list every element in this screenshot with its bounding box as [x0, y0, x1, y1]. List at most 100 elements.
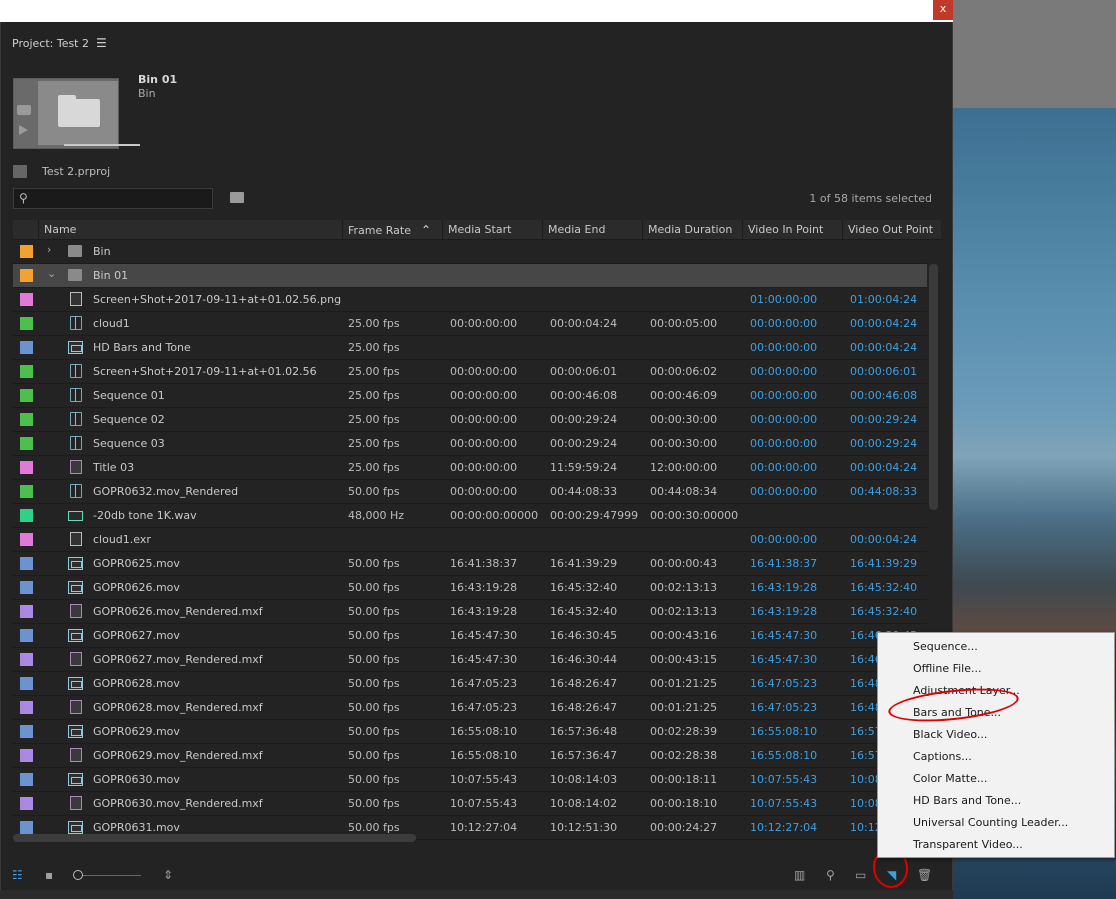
icon-view-icon[interactable]: ▪	[45, 868, 53, 882]
clear-icon[interactable]: 🗑	[917, 868, 932, 882]
close-button[interactable]: x	[933, 0, 953, 20]
table-row[interactable]: Title 03 25.00 fps 00:00:00:00 11:59:59:24 1…	[13, 456, 927, 480]
label-color-swatch[interactable]	[20, 797, 33, 810]
label-color-swatch[interactable]	[20, 629, 33, 642]
table-row[interactable]: › Bin	[13, 240, 927, 264]
cell-name[interactable]: HD Bars and Tone	[93, 336, 191, 360]
column-header-frame-rate[interactable]: Frame Rate ⌃	[342, 220, 442, 240]
cell-name[interactable]: Bin	[93, 240, 111, 264]
menu-item-black-video[interactable]: Black Video...	[913, 724, 987, 746]
cell-name[interactable]: cloud1.exr	[93, 528, 151, 552]
cell-name[interactable]: GOPR0628.mov	[93, 672, 180, 696]
cell-name[interactable]: Screen+Shot+2017-09-11+at+01.02.56.png	[93, 288, 341, 312]
camera-icon[interactable]	[17, 105, 31, 115]
table-row[interactable]: Sequence 02 25.00 fps 00:00:00:00 00:00:29:…	[13, 408, 927, 432]
label-color-swatch[interactable]	[20, 389, 33, 402]
menu-item-color-matte[interactable]: Color Matte...	[913, 768, 987, 790]
label-color-swatch[interactable]	[20, 365, 33, 378]
search-field[interactable]: ⚲	[13, 188, 213, 209]
menu-item-universal-counting-leader[interactable]: Universal Counting Leader...	[913, 812, 1068, 834]
zoom-slider-handle[interactable]	[73, 870, 83, 880]
new-bin-icon[interactable]: ▭	[855, 868, 866, 882]
cell-name[interactable]: GOPR0626.mov	[93, 576, 180, 600]
cell-name[interactable]: Sequence 03	[93, 432, 165, 456]
label-color-swatch[interactable]	[20, 269, 33, 282]
menu-item-captions[interactable]: Captions...	[913, 746, 972, 768]
table-row[interactable]: GOPR0627.mov 50.00 fps 16:45:47:30 16:46:30…	[13, 624, 927, 648]
cell-name[interactable]: GOPR0625.mov	[93, 552, 180, 576]
menu-item-transparent-video[interactable]: Transparent Video...	[913, 834, 1023, 856]
find-icon[interactable]: ⚲	[826, 868, 835, 882]
table-row[interactable]: GOPR0630.mov 50.00 fps 10:07:55:43 10:08:14…	[13, 768, 927, 792]
label-color-swatch[interactable]	[20, 581, 33, 594]
menu-item-offline-file[interactable]: Offline File...	[913, 658, 981, 680]
cell-name[interactable]: Sequence 02	[93, 408, 165, 432]
cell-name[interactable]: -20db tone 1K.wav	[93, 504, 197, 528]
table-row[interactable]: HD Bars and Tone 25.00 fps 00:00:00:00 00:0…	[13, 336, 927, 360]
panel-tab-title[interactable]: Project: Test 2	[12, 37, 89, 50]
search-input[interactable]	[34, 191, 209, 206]
cell-name[interactable]: GOPR0629.mov_Rendered.mxf	[93, 744, 263, 768]
cell-name[interactable]: GOPR0627.mov_Rendered.mxf	[93, 648, 263, 672]
sort-icons-icon[interactable]: ⇕	[163, 868, 173, 882]
label-color-swatch[interactable]	[20, 701, 33, 714]
cell-name[interactable]: Sequence 01	[93, 384, 165, 408]
cell-name[interactable]: cloud1	[93, 312, 130, 336]
expand-chevron-icon[interactable]: ›	[47, 243, 51, 256]
cell-name[interactable]: GOPR0630.mov_Rendered.mxf	[93, 792, 263, 816]
label-color-swatch[interactable]	[20, 341, 33, 354]
label-color-swatch[interactable]	[20, 245, 33, 258]
table-row[interactable]: cloud1.exr 00:00:00:00 00:00:04:24	[13, 528, 927, 552]
list-view-icon[interactable]: ☷	[12, 868, 23, 882]
menu-item-sequence[interactable]: Sequence...	[913, 636, 978, 658]
cell-name[interactable]: GOPR0628.mov_Rendered.mxf	[93, 696, 263, 720]
cell-name[interactable]: GOPR0632.mov_Rendered	[93, 480, 238, 504]
play-icon[interactable]	[19, 125, 28, 135]
table-row[interactable]: ⌄ Bin 01	[13, 264, 927, 288]
table-row[interactable]: GOPR0629.mov 50.00 fps 16:55:08:10 16:57:36…	[13, 720, 927, 744]
column-header-media-end[interactable]: Media End	[542, 220, 642, 240]
label-color-swatch[interactable]	[20, 677, 33, 690]
cell-name[interactable]: GOPR0626.mov_Rendered.mxf	[93, 600, 263, 624]
label-color-swatch[interactable]	[20, 605, 33, 618]
label-color-swatch[interactable]	[20, 317, 33, 330]
horizontal-scrollbar[interactable]	[13, 834, 416, 842]
column-header-media-start[interactable]: Media Start	[442, 220, 542, 240]
automate-to-sequence-icon[interactable]: ▥	[794, 868, 805, 882]
column-header-video-in-point[interactable]: Video In Point	[742, 220, 842, 240]
project-folder-icon[interactable]	[13, 165, 27, 178]
label-color-swatch[interactable]	[20, 293, 33, 306]
cell-name[interactable]: GOPR0629.mov	[93, 720, 180, 744]
column-header-label-color[interactable]	[13, 220, 38, 240]
label-color-swatch[interactable]	[20, 749, 33, 762]
table-row[interactable]: Screen+Shot+2017-09-11+at+01.02.56 25.00 …	[13, 360, 927, 384]
table-row[interactable]: GOPR0626.mov 50.00 fps 16:43:19:28 16:45:32…	[13, 576, 927, 600]
table-row[interactable]: GOPR0629.mov_Rendered.mxf 50.00 fps 16:55:…	[13, 744, 927, 768]
collapse-chevron-icon[interactable]: ⌄	[47, 267, 56, 280]
label-color-swatch[interactable]	[20, 509, 33, 522]
column-header-video-out-point[interactable]: Video Out Point	[842, 220, 941, 240]
table-row[interactable]: GOPR0627.mov_Rendered.mxf 50.00 fps 16:45:…	[13, 648, 927, 672]
label-color-swatch[interactable]	[20, 821, 33, 834]
table-row[interactable]: GOPR0632.mov_Rendered 50.00 fps 00:00:00:0…	[13, 480, 927, 504]
menu-item-hd-bars-and-tone[interactable]: HD Bars and Tone...	[913, 790, 1021, 812]
table-row[interactable]: Sequence 03 25.00 fps 00:00:00:00 00:00:29:…	[13, 432, 927, 456]
table-row[interactable]: cloud1 25.00 fps 00:00:00:00 00:00:04:24 00:…	[13, 312, 927, 336]
label-color-swatch[interactable]	[20, 773, 33, 786]
label-color-swatch[interactable]	[20, 437, 33, 450]
table-row[interactable]: Sequence 01 25.00 fps 00:00:00:00 00:00:46:…	[13, 384, 927, 408]
zoom-slider[interactable]	[81, 875, 141, 876]
table-row[interactable]: GOPR0625.mov 50.00 fps 16:41:38:37 16:41:39…	[13, 552, 927, 576]
table-row[interactable]: GOPR0628.mov 50.00 fps 16:47:05:23 16:48:26…	[13, 672, 927, 696]
table-row[interactable]: GOPR0626.mov_Rendered.mxf 50.00 fps 16:43:…	[13, 600, 927, 624]
label-color-swatch[interactable]	[20, 533, 33, 546]
label-color-swatch[interactable]	[20, 653, 33, 666]
label-color-swatch[interactable]	[20, 413, 33, 426]
label-color-swatch[interactable]	[20, 485, 33, 498]
table-row[interactable]: GOPR0630.mov_Rendered.mxf 50.00 fps 10:07:…	[13, 792, 927, 816]
cell-name[interactable]: Title 03	[93, 456, 134, 480]
label-color-swatch[interactable]	[20, 557, 33, 570]
cell-name[interactable]: Screen+Shot+2017-09-11+at+01.02.56	[93, 360, 317, 384]
table-row[interactable]: GOPR0628.mov_Rendered.mxf 50.00 fps 16:47:…	[13, 696, 927, 720]
table-row[interactable]: Screen+Shot+2017-09-11+at+01.02.56.png 01…	[13, 288, 927, 312]
